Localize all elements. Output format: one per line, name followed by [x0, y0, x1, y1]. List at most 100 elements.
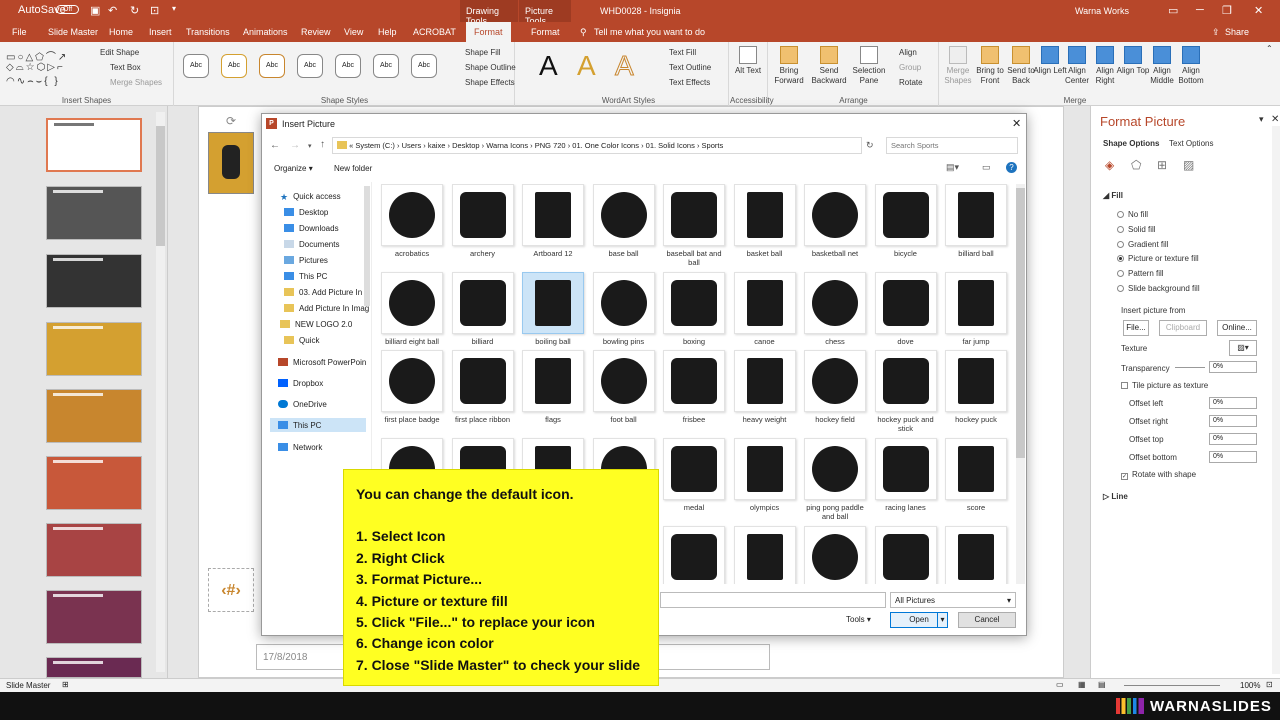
file-item[interactable]: Artboard 12: [521, 184, 585, 266]
file-item[interactable]: billiard ball: [944, 184, 1008, 266]
transparency-slider[interactable]: [1175, 367, 1205, 368]
share-button[interactable]: Share: [1225, 27, 1249, 37]
file-item[interactable]: far jump: [944, 272, 1008, 354]
refresh-icon[interactable]: ↻: [866, 140, 874, 151]
nav-scrollbar[interactable]: [364, 186, 370, 306]
nav-desktop[interactable]: Desktop: [284, 208, 328, 217]
file-item[interactable]: score: [944, 438, 1008, 520]
align-button[interactable]: Align: [899, 48, 917, 57]
collapse-ribbon-icon[interactable]: ⌃: [1266, 44, 1273, 53]
scrollbar-thumb[interactable]: [1016, 188, 1025, 458]
rotate-handle-icon[interactable]: ⟳: [226, 114, 236, 128]
file-item[interactable]: racing lanes: [874, 438, 938, 520]
file-item[interactable]: hockey puck and stick: [874, 350, 938, 433]
file-item[interactable]: medal: [662, 438, 726, 520]
new-folder-button[interactable]: New folder: [334, 164, 372, 173]
path-segment[interactable]: PNG 720: [535, 141, 566, 150]
tab-view[interactable]: View: [344, 27, 363, 37]
slide-number-placeholder[interactable]: ‹#›: [208, 568, 254, 612]
user-name[interactable]: Warna Works: [1075, 6, 1129, 16]
tab-shape-options[interactable]: Shape Options: [1103, 139, 1159, 148]
address-bar[interactable]: « System (C:) › Users › kaixe › Desktop …: [332, 137, 862, 154]
shape-fill-button[interactable]: Shape Fill: [465, 48, 501, 57]
offset-right-input[interactable]: 0%: [1209, 415, 1257, 427]
file-item[interactable]: billiard: [451, 272, 515, 354]
shape-style-7[interactable]: Abc: [411, 54, 437, 78]
forward-icon[interactable]: →: [290, 140, 300, 151]
path-segment[interactable]: 01. Solid Icons: [646, 141, 695, 150]
tools-button[interactable]: Tools ▾: [846, 615, 871, 624]
file-item[interactable]: chess: [803, 272, 867, 354]
rotate-button[interactable]: Rotate: [899, 78, 923, 87]
customize-toolbar-icon[interactable]: ▾: [172, 4, 176, 13]
nav-microsoft-powerpoint[interactable]: Microsoft PowerPoin: [278, 358, 366, 367]
tab-text-options[interactable]: Text Options: [1169, 139, 1213, 148]
view-options-icon[interactable]: ▤▾: [946, 162, 959, 173]
zoom-level[interactable]: 100%: [1240, 681, 1260, 690]
shapes-gallery-row2[interactable]: ◇⌓☆⬡▷⌐: [6, 62, 65, 73]
spell-check-icon[interactable]: ⊞: [62, 680, 69, 689]
merge-shapes-big-button[interactable]: Merge Shapes: [940, 46, 976, 86]
path-segment[interactable]: System (C:): [355, 141, 395, 150]
file-item[interactable]: basketball net: [803, 184, 867, 266]
file-item[interactable]: [662, 526, 726, 584]
file-button[interactable]: File...: [1123, 320, 1149, 336]
file-item[interactable]: heavy weight: [733, 350, 797, 432]
zoom-slider[interactable]: [1124, 685, 1220, 686]
save-icon[interactable]: ▣: [90, 4, 100, 17]
nav-this-pc[interactable]: This PC: [270, 418, 366, 432]
slide-thumbnail[interactable]: [46, 523, 142, 577]
ribbon-display-icon[interactable]: ▭: [1168, 4, 1178, 17]
file-item[interactable]: flags: [521, 350, 585, 432]
selection-pane-button[interactable]: Selection Pane: [851, 46, 887, 86]
text-effects-button[interactable]: Text Effects: [669, 78, 710, 87]
path-segment[interactable]: Desktop: [452, 141, 480, 150]
scrollbar-thumb[interactable]: [156, 126, 165, 246]
dialog-close-icon[interactable]: ✕: [1012, 117, 1021, 130]
file-item[interactable]: base ball: [592, 184, 656, 266]
nav-onedrive[interactable]: OneDrive: [278, 400, 327, 409]
tab-help[interactable]: Help: [378, 27, 397, 37]
file-item[interactable]: bowling pins: [592, 272, 656, 354]
slide-thumbnail[interactable]: [46, 590, 142, 644]
tab-acrobat[interactable]: ACROBAT: [413, 27, 456, 37]
path-segment[interactable]: Users: [402, 141, 422, 150]
maximize-icon[interactable]: ❐: [1222, 4, 1232, 17]
file-item[interactable]: boiling ball: [521, 272, 585, 354]
alt-text-button[interactable]: Alt Text: [730, 46, 766, 76]
selected-icon-shape[interactable]: [208, 132, 254, 194]
file-item[interactable]: dove: [874, 272, 938, 354]
file-item[interactable]: frisbee: [662, 350, 726, 432]
recent-dropdown-icon[interactable]: ▾: [308, 142, 312, 150]
tab-format-picture[interactable]: Format: [531, 27, 560, 37]
rotate-with-shape-checkbox[interactable]: ✓ Rotate with shape: [1121, 470, 1196, 480]
path-segment[interactable]: Sports: [702, 141, 724, 150]
shape-style-6[interactable]: Abc: [373, 54, 399, 78]
clipboard-button[interactable]: Clipboard: [1159, 320, 1207, 336]
text-box-button[interactable]: Text Box: [110, 63, 141, 72]
nav-folder[interactable]: 03. Add Picture In Ir: [284, 288, 369, 297]
file-item[interactable]: [874, 526, 938, 584]
tab-transitions[interactable]: Transitions: [186, 27, 230, 37]
normal-view-icon[interactable]: ▭: [1056, 680, 1064, 689]
slide-sorter-icon[interactable]: ▦: [1078, 680, 1086, 689]
slide-thumbnail[interactable]: [46, 118, 142, 172]
slide-thumbnail[interactable]: [46, 389, 142, 443]
fill-section-header[interactable]: ◢ Fill: [1103, 191, 1123, 200]
file-item[interactable]: ping pong paddle and ball: [803, 438, 867, 521]
shape-style-4[interactable]: Abc: [297, 54, 323, 78]
open-button[interactable]: Open ▾: [890, 612, 948, 628]
path-segment[interactable]: kaixe: [428, 141, 446, 150]
texture-picker[interactable]: ▨▾: [1229, 340, 1257, 356]
nav-pictures[interactable]: Pictures: [284, 256, 328, 265]
help-icon[interactable]: ?: [1006, 162, 1017, 173]
nav-documents[interactable]: Documents: [284, 240, 339, 249]
redo-icon[interactable]: ↻: [130, 4, 139, 17]
thumbnail-scrollbar[interactable]: [156, 112, 165, 672]
up-icon[interactable]: ↑: [320, 139, 325, 150]
wordart-style-outline[interactable]: A: [615, 50, 635, 82]
file-list-scrollbar[interactable]: [1016, 184, 1025, 584]
line-section-header[interactable]: ▷ Line: [1103, 492, 1128, 501]
size-properties-icon[interactable]: ⊞: [1157, 158, 1167, 172]
nav-network[interactable]: Network: [278, 443, 322, 452]
